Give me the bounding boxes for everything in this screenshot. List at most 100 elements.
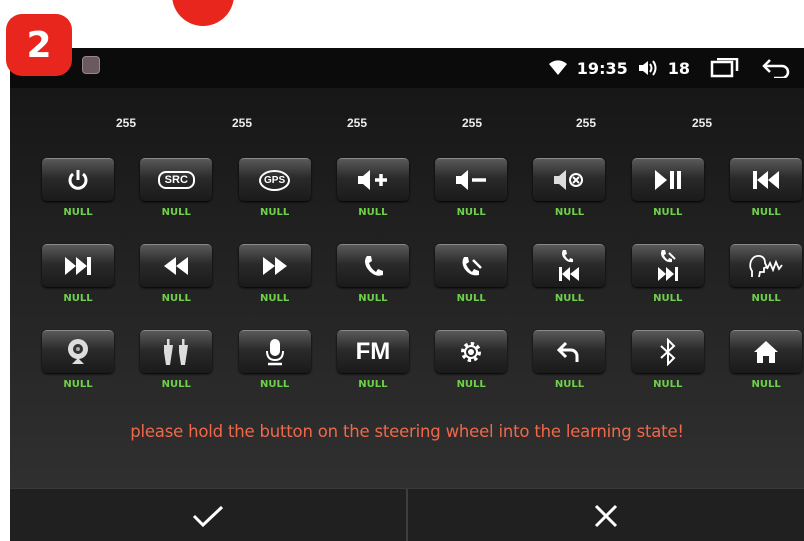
footer-bar [10, 488, 804, 541]
phone-next-icon [657, 250, 678, 281]
key-label: NULL [751, 293, 781, 304]
value-cell: 255 [115, 116, 137, 130]
status-volume: 18 [667, 58, 690, 78]
back-nav-icon[interactable] [762, 58, 790, 78]
camera-icon [68, 339, 88, 364]
volume-down-button[interactable] [435, 158, 508, 201]
key-label: NULL [63, 293, 93, 304]
phone-previous-button[interactable] [533, 244, 606, 287]
settings-button[interactable] [435, 330, 508, 373]
phone-previous-icon [559, 250, 580, 281]
key-cell: NULL [533, 244, 606, 304]
phone-hangup-button[interactable] [435, 244, 508, 287]
value-cell: 255 [346, 116, 368, 130]
src-icon: SRC [157, 171, 195, 189]
key-label: NULL [161, 379, 191, 390]
instruction-text: please hold the button on the steering w… [130, 422, 684, 441]
head-unit-screen: 19:35 18 255 255 255 255 255 255 NULL SR… [10, 48, 804, 541]
key-cell: FM NULL [336, 330, 409, 390]
key-label: NULL [358, 207, 388, 218]
cancel-button[interactable] [408, 489, 804, 541]
microphone-icon [265, 339, 284, 366]
settings-icon [461, 342, 482, 362]
back-button[interactable] [533, 330, 606, 373]
voice-button[interactable] [730, 244, 803, 287]
phone-answer-icon [364, 256, 383, 276]
camera-button[interactable] [42, 330, 114, 373]
rewind-icon [164, 257, 189, 275]
fm-button[interactable]: FM [336, 330, 409, 373]
power-button[interactable] [42, 158, 114, 201]
key-label: NULL [161, 293, 191, 304]
voice-icon [749, 254, 783, 278]
play-pause-icon [654, 170, 681, 190]
back-icon [557, 341, 579, 362]
rewind-button[interactable] [140, 244, 213, 287]
key-cell: SRC NULL [140, 158, 213, 218]
key-label: NULL [554, 293, 585, 304]
phone-answer-button[interactable] [336, 244, 409, 287]
key-label: NULL [259, 379, 290, 390]
confirm-button[interactable] [10, 489, 406, 541]
previous-track-button[interactable] [730, 158, 803, 201]
value-row: 255 255 255 255 255 255 [10, 116, 804, 136]
fast-forward-icon [262, 257, 287, 275]
key-label: NULL [63, 379, 93, 390]
key-cell: NULL [631, 244, 704, 304]
key-cell: NULL [140, 244, 213, 304]
check-icon [192, 505, 224, 527]
next-track-button[interactable] [42, 244, 114, 287]
microphone-button[interactable] [238, 330, 311, 373]
key-cell: NULL [238, 330, 311, 390]
key-label: NULL [653, 293, 683, 304]
value-cell: 255 [691, 116, 713, 130]
key-label: NULL [161, 207, 191, 218]
key-cell: NULL [533, 330, 606, 390]
phone-next-button[interactable] [631, 244, 704, 287]
recent-apps-icon[interactable] [710, 58, 740, 78]
key-cell: NULL [435, 330, 508, 390]
key-cell: NULL [336, 244, 409, 304]
app-icon[interactable] [82, 56, 100, 74]
decorative-red-circle [172, 0, 234, 26]
volume-up-button[interactable] [336, 158, 409, 201]
mute-icon [554, 170, 584, 190]
speaker-icon [638, 60, 657, 76]
key-label: NULL [456, 207, 486, 218]
value-cell: 255 [461, 116, 483, 130]
key-cell: NULL [336, 158, 409, 218]
status-right: 19:35 18 [548, 54, 790, 82]
rca-audio-button[interactable] [140, 330, 213, 373]
key-cell: NULL [730, 330, 803, 390]
home-button[interactable] [730, 330, 803, 373]
key-label: NULL [751, 379, 781, 390]
key-cell: NULL [631, 330, 704, 390]
key-label: NULL [63, 207, 93, 218]
key-label: NULL [358, 293, 388, 304]
key-cell: NULL [238, 244, 311, 304]
key-cell: GPS NULL [238, 158, 311, 218]
src-button[interactable]: SRC [140, 158, 213, 201]
status-time: 19:35 [576, 58, 628, 78]
fast-forward-button[interactable] [238, 244, 311, 287]
key-label: NULL [358, 379, 388, 390]
key-cell: NULL [631, 158, 704, 218]
mute-button[interactable] [533, 158, 606, 201]
key-cell: NULL [533, 158, 606, 218]
gps-icon: GPS [259, 169, 291, 191]
key-cell: NULL [435, 244, 508, 304]
key-label: NULL [653, 207, 683, 218]
key-cell: NULL [42, 158, 114, 218]
value-cell: 255 [575, 116, 597, 130]
gps-button[interactable]: GPS [238, 158, 311, 201]
volume-down-icon [456, 170, 487, 190]
play-pause-button[interactable] [631, 158, 704, 201]
bluetooth-button[interactable] [631, 330, 704, 373]
phone-hangup-icon [462, 257, 483, 276]
previous-track-icon [753, 171, 780, 189]
next-track-icon [65, 257, 91, 275]
key-label: NULL [554, 207, 585, 218]
key-label: NULL [259, 293, 290, 304]
step-badge: 2 [6, 14, 72, 76]
key-label: NULL [456, 293, 486, 304]
